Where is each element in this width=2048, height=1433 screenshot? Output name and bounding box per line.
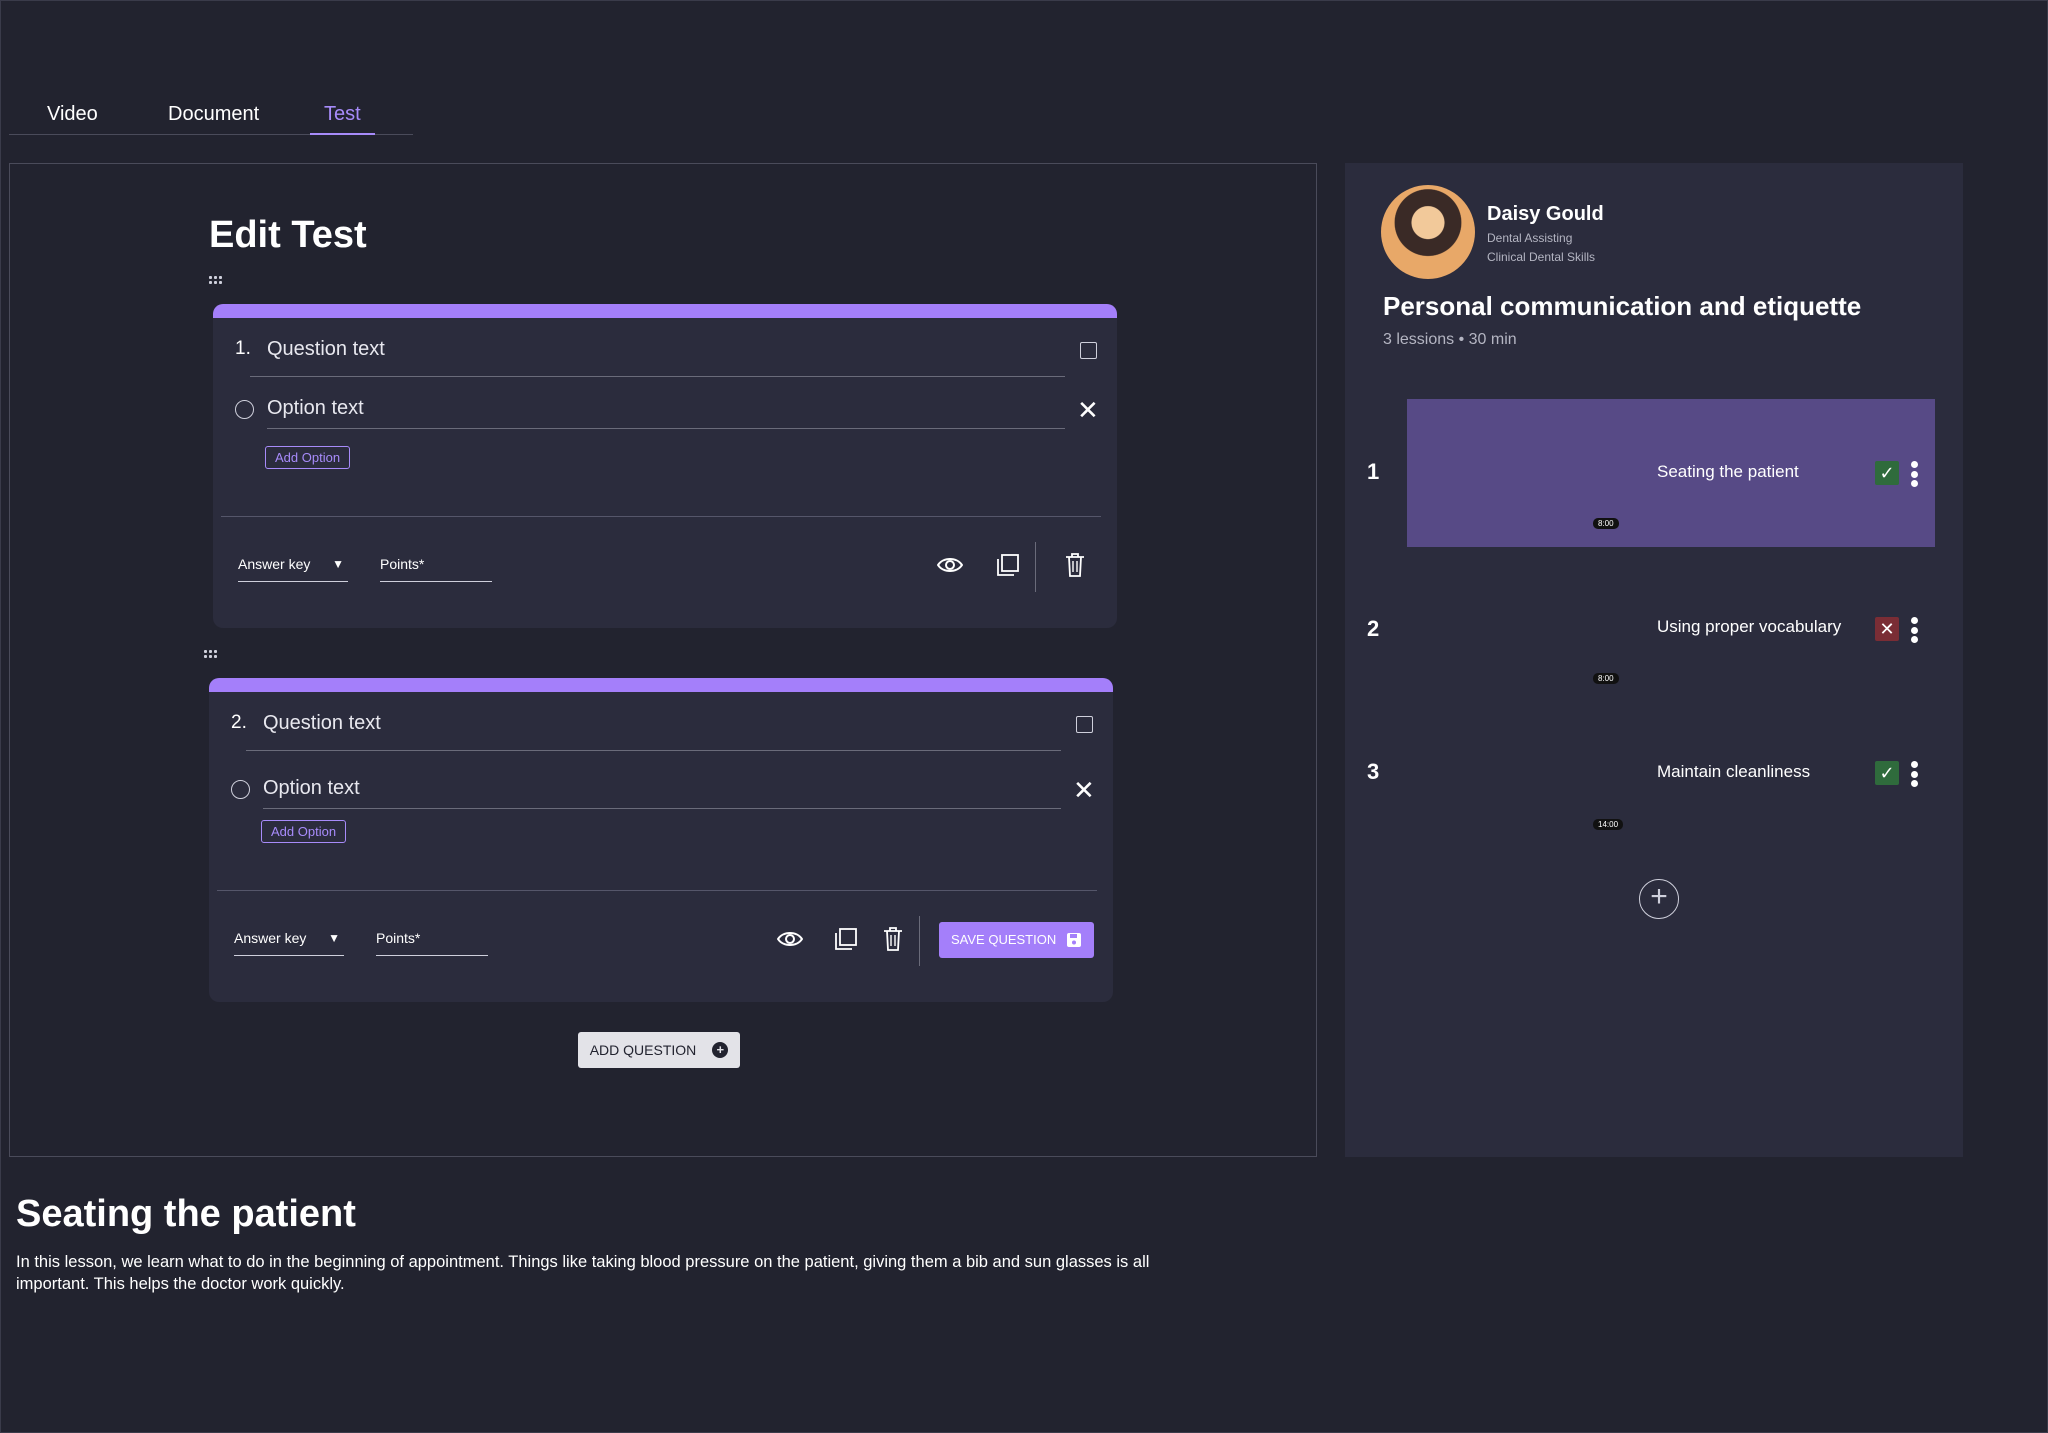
x-icon: ✕ (1875, 617, 1899, 641)
option-radio[interactable] (231, 780, 250, 799)
toolbar-separator (919, 916, 920, 966)
app-frame: Video Document Test Edit Test 1. Questio… (0, 0, 2048, 1433)
option-underline (263, 808, 1061, 809)
option-text-input[interactable]: Option text (263, 777, 360, 800)
duration-badge: 8:00 (1593, 518, 1619, 529)
user-course-group: Clinical Dental Skills (1487, 250, 1596, 264)
answer-key-dropdown[interactable]: Answer key ▼ (234, 930, 344, 956)
card-divider (217, 890, 1097, 891)
tab-video[interactable]: Video (47, 99, 98, 135)
lesson-number: 3 (1367, 759, 1380, 784)
question-text-input[interactable]: Question text (267, 338, 385, 361)
test-editor-panel: Edit Test 1. Question text Option text ✕… (9, 163, 1317, 1157)
save-question-button[interactable]: SAVE QUESTION (939, 922, 1095, 958)
lesson-title: Seating the patient (1657, 462, 1799, 481)
close-icon[interactable]: ✕ (1073, 777, 1095, 803)
duration-badge: 8:00 (1593, 673, 1619, 684)
plus-icon: + (712, 1042, 729, 1058)
content-type-tabs: Video Document Test (9, 99, 413, 135)
lesson-title: Using proper vocabulary (1657, 617, 1842, 636)
check-icon: ✓ (1875, 761, 1899, 785)
lesson-title: Maintain cleanliness (1657, 762, 1811, 781)
lesson-heading: Seating the patient (16, 1193, 356, 1235)
add-question-label: ADD QUESTION (589, 1042, 697, 1058)
duration-badge: 14:00 (1593, 819, 1624, 830)
question-underline (246, 750, 1061, 751)
add-lesson-button[interactable]: + (1639, 879, 1679, 919)
question-card-accent (213, 304, 1117, 318)
lesson-number: 1 (1367, 459, 1380, 484)
lesson-description: In this lesson, we learn what to do in t… (16, 1253, 1150, 1293)
tab-test[interactable]: Test (310, 99, 375, 135)
drag-handle-icon[interactable] (209, 276, 223, 284)
more-options-icon[interactable] (1910, 461, 1918, 487)
trash-icon[interactable] (878, 924, 908, 954)
add-option-button[interactable]: Add Option (265, 446, 351, 469)
course-title: Personal communication and etiquette (1383, 291, 1862, 321)
more-options-icon[interactable] (1910, 761, 1918, 787)
close-icon[interactable]: ✕ (1077, 397, 1099, 423)
more-options-icon[interactable] (1910, 617, 1918, 643)
answer-key-label: Answer key (238, 556, 311, 572)
lesson-number: 2 (1367, 616, 1380, 641)
duplicate-icon[interactable] (831, 924, 861, 954)
question-text-input[interactable]: Question text (263, 712, 381, 735)
caret-down-icon: ▼ (332, 557, 344, 571)
page-title: Edit Test (209, 214, 367, 256)
eye-icon[interactable] (935, 550, 965, 580)
question-card-accent (209, 678, 1113, 692)
tab-document[interactable]: Document (168, 99, 259, 135)
course-meta: 3 lessions • 30 min (1383, 331, 1517, 348)
lesson-item-3[interactable]: Maintain cleanliness 14:00 ✓ (1407, 699, 1935, 847)
image-icon[interactable] (1080, 342, 1097, 359)
option-underline (267, 428, 1065, 429)
points-input[interactable]: Points* (376, 930, 488, 956)
user-name: Daisy Gould (1487, 203, 1604, 225)
card-divider (221, 516, 1101, 517)
user-program: Dental Assisting (1487, 231, 1573, 245)
trash-icon[interactable] (1060, 550, 1090, 580)
question-number: 1. (235, 338, 251, 359)
course-sidebar: Daisy Gould Dental Assisting Clinical De… (1345, 163, 1963, 1157)
check-icon: ✓ (1875, 461, 1899, 485)
save-question-label: SAVE QUESTION (951, 932, 1057, 947)
question-card-2: 2. Question text Option text ✕ Add Optio… (209, 678, 1113, 1002)
lesson-item-1[interactable]: Seating the patient 8:00 ✓ (1407, 399, 1935, 547)
question-number: 2. (231, 712, 247, 733)
add-question-button[interactable]: ADD QUESTION + (578, 1032, 740, 1068)
caret-down-icon: ▼ (328, 931, 340, 945)
answer-key-dropdown[interactable]: Answer key ▼ (238, 556, 348, 582)
save-icon (1067, 933, 1082, 947)
duplicate-icon[interactable] (993, 550, 1023, 580)
option-text-input[interactable]: Option text (267, 397, 364, 420)
points-input[interactable]: Points* (380, 556, 492, 582)
answer-key-label: Answer key (234, 930, 307, 946)
drag-handle-icon[interactable] (204, 650, 218, 658)
image-icon[interactable] (1076, 716, 1093, 733)
avatar (1381, 185, 1475, 279)
lesson-item-2[interactable]: Using proper vocabulary 8:00 ✕ (1407, 555, 1935, 703)
toolbar-separator (1035, 542, 1036, 592)
option-radio[interactable] (235, 400, 254, 419)
eye-icon[interactable] (775, 924, 805, 954)
add-option-button[interactable]: Add Option (261, 820, 347, 843)
question-card-1: 1. Question text Option text ✕ Add Optio… (213, 304, 1117, 628)
question-underline (250, 376, 1065, 377)
